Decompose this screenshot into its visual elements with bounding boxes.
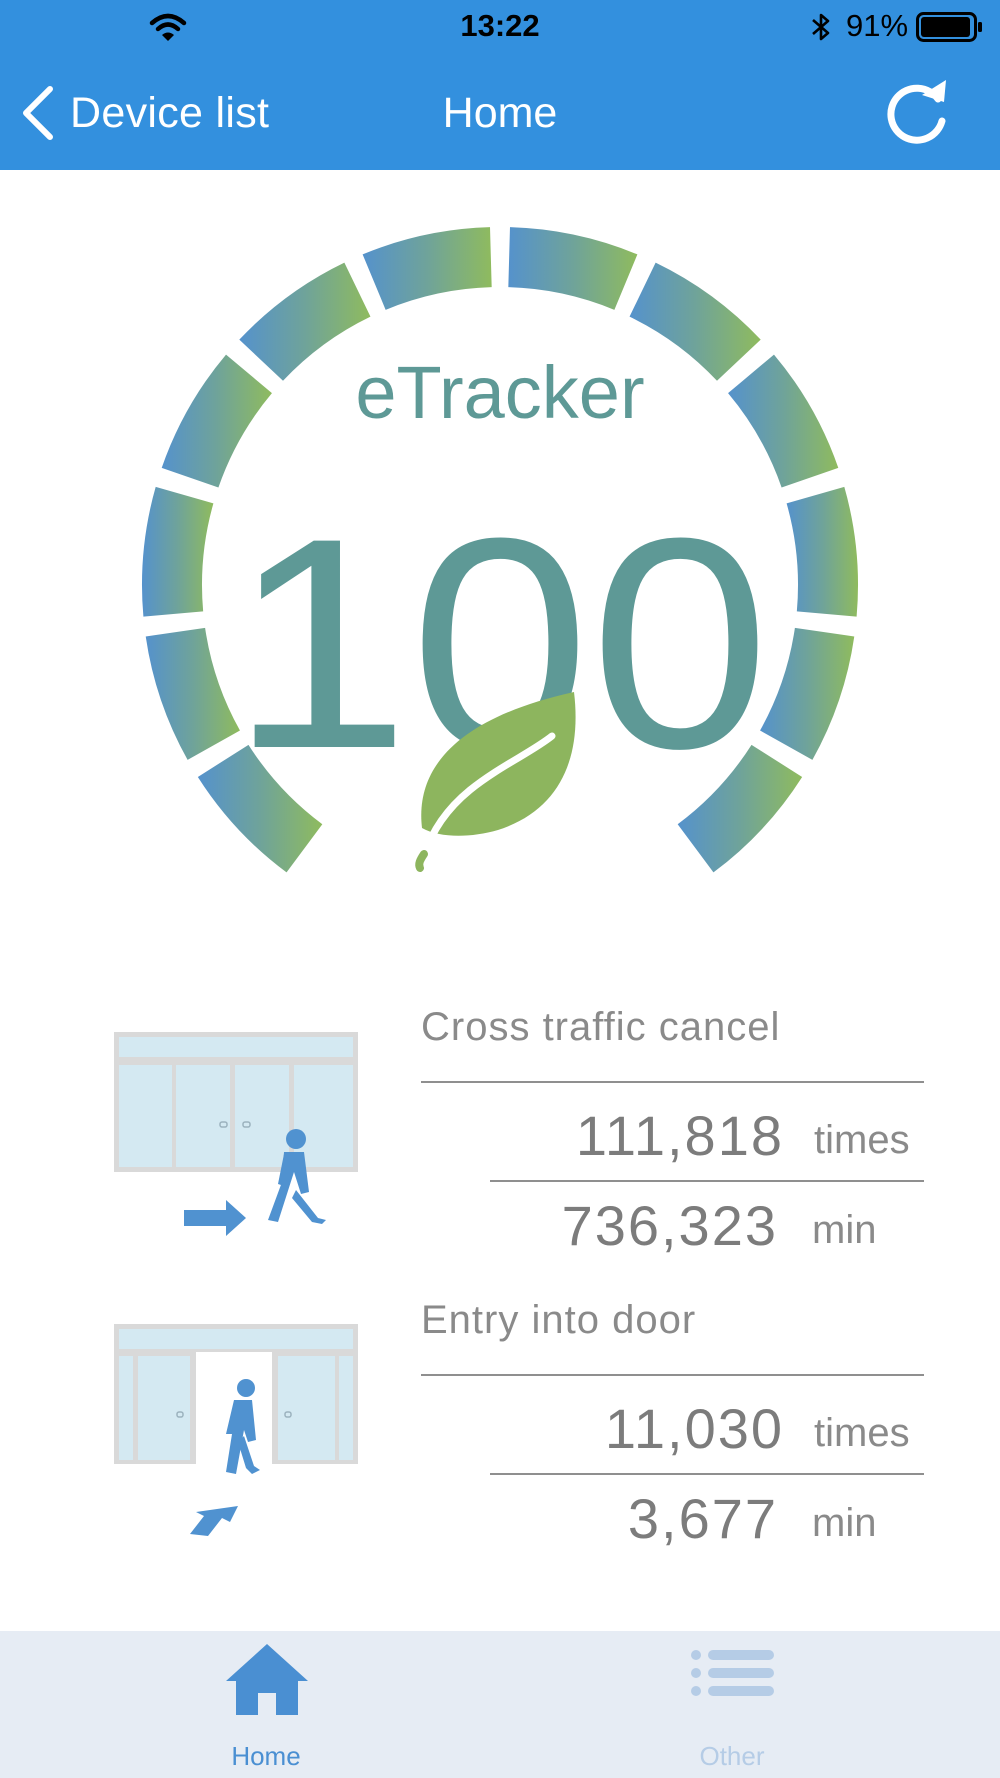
duration-unit: min (812, 1208, 877, 1252)
count-unit: times (814, 1118, 910, 1162)
metric-duration: 3,677 min (490, 1488, 924, 1550)
count-unit: times (814, 1411, 910, 1455)
chevron-left-icon (23, 86, 53, 140)
list-icon (691, 1650, 774, 1696)
divider (421, 1081, 924, 1083)
gauge-segment (239, 262, 371, 381)
bluetooth-icon (812, 13, 830, 41)
back-button[interactable]: Device list (18, 83, 269, 143)
status-bar: 13:22 91% (0, 0, 1000, 55)
refresh-icon[interactable] (880, 75, 954, 149)
metric-label: Entry into door (421, 1298, 697, 1342)
count-value: 111,818 (575, 1104, 784, 1167)
gauge-segment (728, 354, 839, 488)
tab-home[interactable]: Home (16, 1631, 516, 1778)
gauge-segment (629, 262, 761, 381)
tab-home-label: Home (231, 1741, 301, 1771)
score-gauge: eTracker 100 (142, 227, 858, 873)
tab-other[interactable]: Other (482, 1631, 982, 1778)
metric-count: 11,030 times (490, 1398, 924, 1460)
entry-door-icon (114, 1324, 358, 1536)
battery-icon (916, 12, 982, 42)
cross-traffic-door-icon (114, 1032, 358, 1236)
gauge-segment (161, 354, 272, 488)
gauge-segment (508, 227, 638, 310)
tab-other-label: Other (699, 1741, 765, 1771)
divider (490, 1180, 924, 1182)
count-value: 11,030 (604, 1397, 784, 1460)
divider (490, 1473, 924, 1475)
gauge-segment (142, 486, 214, 617)
gauge-segment (760, 627, 855, 760)
duration-value: 736,323 (561, 1194, 778, 1257)
duration-value: 3,677 (627, 1487, 778, 1550)
gauge-brand: eTracker (355, 351, 644, 434)
metric-duration: 736,323 min (490, 1195, 924, 1257)
nav-bar: Device list Home (0, 55, 1000, 170)
home-icon (226, 1644, 308, 1715)
battery-percent: 91% (846, 8, 909, 43)
metric-count: 111,818 times (490, 1105, 924, 1167)
gauge-segment (362, 227, 492, 310)
gauge-segment (145, 627, 240, 760)
gauge-segment (786, 486, 858, 617)
back-button-label: Device list (70, 88, 270, 137)
divider (421, 1374, 924, 1376)
tab-bar: Home Other (0, 1631, 1000, 1778)
metric-label: Cross traffic cancel (421, 1005, 781, 1049)
duration-unit: min (812, 1501, 877, 1545)
